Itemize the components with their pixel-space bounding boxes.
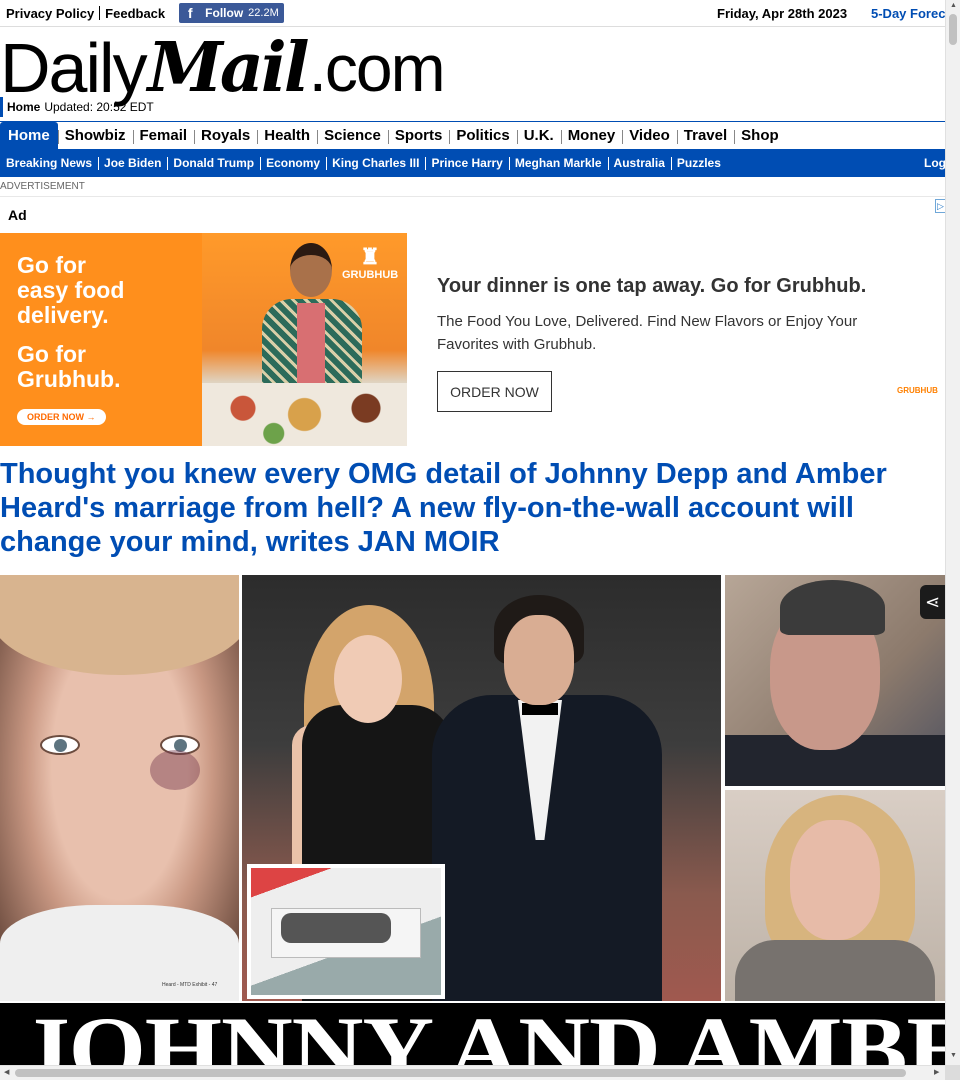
nav-science[interactable]: Science bbox=[317, 122, 388, 149]
scroll-left-icon[interactable]: ◀ bbox=[4, 1068, 9, 1076]
nav-money[interactable]: Money bbox=[560, 122, 623, 149]
ad-brand-logo: GRUBHUB bbox=[897, 386, 938, 395]
subnav-king-charles[interactable]: King Charles III bbox=[326, 156, 425, 170]
ad-copy: Your dinner is one tap away. Go for Grub… bbox=[437, 275, 917, 356]
adchoices-icon[interactable]: ▷ bbox=[935, 199, 945, 213]
top-bar: Privacy Policy Feedback f Follow 22.2M F… bbox=[0, 0, 945, 27]
logo-mail: Mail bbox=[147, 28, 310, 108]
nav-shop[interactable]: Shop bbox=[734, 122, 786, 149]
ad-image-line: Grubhub. bbox=[17, 366, 121, 392]
facebook-icon: f bbox=[187, 5, 193, 21]
photo-johnny-court: ⋖ bbox=[725, 575, 945, 786]
ad-image-line: Go for bbox=[17, 252, 86, 278]
follow-count: 22.2M bbox=[248, 7, 279, 19]
vertical-scroll-thumb[interactable] bbox=[949, 14, 957, 45]
subnav-donald-trump[interactable]: Donald Trump bbox=[167, 156, 260, 170]
nav-health[interactable]: Health bbox=[257, 122, 317, 149]
ad-image-text: Go for easy food delivery. Go for Grubhu… bbox=[17, 253, 124, 392]
forecast-link[interactable]: 5-Day Forec bbox=[871, 6, 945, 21]
ad-body: The Food You Love, Delivered. Find New F… bbox=[437, 313, 858, 353]
ad-tag: Ad bbox=[8, 207, 27, 223]
nav-showbiz[interactable]: Showbiz bbox=[57, 122, 133, 149]
site-logo[interactable]: Daily Mail .com bbox=[0, 28, 446, 108]
photo-red-carpet-couple bbox=[242, 575, 721, 1001]
ad-order-now-button[interactable]: ORDER NOW bbox=[437, 371, 552, 412]
privacy-policy-link[interactable]: Privacy Policy bbox=[6, 6, 94, 21]
logo-daily: Daily bbox=[0, 29, 148, 107]
facebook-follow-button[interactable]: f Follow 22.2M bbox=[179, 3, 284, 23]
scroll-up-icon[interactable]: ▲ bbox=[950, 2, 957, 9]
photo-bruised-face: Heard - MTD Exhibit - 47 bbox=[0, 575, 239, 1001]
collage-banner: JOHNNY AND AMBER EXPOSED bbox=[0, 1003, 945, 1065]
logo-com: .com bbox=[308, 31, 446, 105]
current-date: Friday, Apr 28th 2023 bbox=[717, 5, 848, 21]
collage-banner-text: JOHNNY AND AMBER EXPOSED bbox=[20, 1003, 945, 1065]
login-link[interactable]: Log bbox=[924, 156, 945, 170]
divider bbox=[99, 6, 101, 20]
exhibit-caption: Heard - MTD Exhibit - 47 bbox=[162, 982, 218, 988]
ad-headline[interactable]: Your dinner is one tap away. Go for Grub… bbox=[437, 275, 917, 298]
grubhub-logo-text: GRUBHUB bbox=[342, 269, 399, 281]
photo-inset-bed bbox=[247, 864, 445, 999]
nav-home[interactable]: Home bbox=[0, 122, 58, 149]
page: Privacy Policy Feedback f Follow 22.2M F… bbox=[0, 0, 945, 1065]
ad-photo: ♜ GRUBHUB bbox=[202, 233, 407, 446]
scrollbar-corner bbox=[945, 1065, 960, 1080]
grubhub-hat-icon: ♜ bbox=[360, 244, 380, 269]
nav-travel[interactable]: Travel bbox=[676, 122, 734, 149]
subnav-prince-harry[interactable]: Prince Harry bbox=[425, 156, 508, 170]
scroll-down-icon[interactable]: ▼ bbox=[950, 1052, 957, 1059]
ad-image-line: Go for bbox=[17, 341, 86, 367]
share-icon[interactable]: ⋖ bbox=[920, 585, 945, 619]
article-image-collage[interactable]: Heard - MTD Exhibit - 47 ⋖ JOHNNY AND AM… bbox=[0, 575, 945, 1065]
subnav-meghan-markle[interactable]: Meghan Markle bbox=[508, 156, 608, 170]
horizontal-scroll-thumb[interactable] bbox=[15, 1069, 906, 1077]
subnav-joe-biden[interactable]: Joe Biden bbox=[98, 156, 167, 170]
nav-politics[interactable]: Politics bbox=[449, 122, 516, 149]
feedback-link[interactable]: Feedback bbox=[105, 6, 165, 21]
horizontal-scrollbar[interactable]: ◀ ▶ bbox=[0, 1065, 945, 1080]
nav-uk[interactable]: U.K. bbox=[516, 122, 561, 149]
ad-image[interactable]: Go for easy food delivery. Go for Grubhu… bbox=[0, 233, 407, 446]
secondary-nav: Breaking News Joe Biden Donald Trump Eco… bbox=[0, 149, 945, 177]
follow-label: Follow bbox=[205, 6, 244, 20]
nav-femail[interactable]: Femail bbox=[132, 122, 195, 149]
subnav-australia[interactable]: Australia bbox=[607, 156, 671, 170]
ad-food bbox=[202, 383, 407, 446]
subnav-economy[interactable]: Economy bbox=[260, 156, 326, 170]
advertisement-label: ADVERTISEMENT bbox=[0, 177, 945, 197]
nav-royals[interactable]: Royals bbox=[194, 122, 257, 149]
nav-video[interactable]: Video bbox=[622, 122, 677, 149]
scroll-right-icon[interactable]: ▶ bbox=[934, 1068, 939, 1076]
vertical-scrollbar[interactable]: ▲ ▼ bbox=[945, 0, 960, 1065]
ad-image-line: easy food bbox=[17, 277, 125, 303]
ad-image-order-button: ORDER NOW → bbox=[17, 409, 106, 425]
grubhub-logo: ♜ GRUBHUB bbox=[342, 244, 399, 282]
masthead: Daily Mail .com bbox=[0, 27, 945, 108]
subnav-breaking-news[interactable]: Breaking News bbox=[0, 156, 98, 170]
subnav-puzzles[interactable]: Puzzles bbox=[670, 156, 727, 170]
photo-amber-court bbox=[725, 790, 945, 1001]
nav-sports[interactable]: Sports bbox=[387, 122, 450, 149]
article-headline[interactable]: Thought you knew every OMG detail of Joh… bbox=[0, 447, 945, 559]
ad-image-line: delivery. bbox=[17, 302, 109, 328]
primary-nav: Home Showbiz Femail Royals Health Scienc… bbox=[0, 121, 945, 149]
ad-banner[interactable]: Ad ▷ Go for easy food delivery. Go for G… bbox=[0, 197, 945, 447]
